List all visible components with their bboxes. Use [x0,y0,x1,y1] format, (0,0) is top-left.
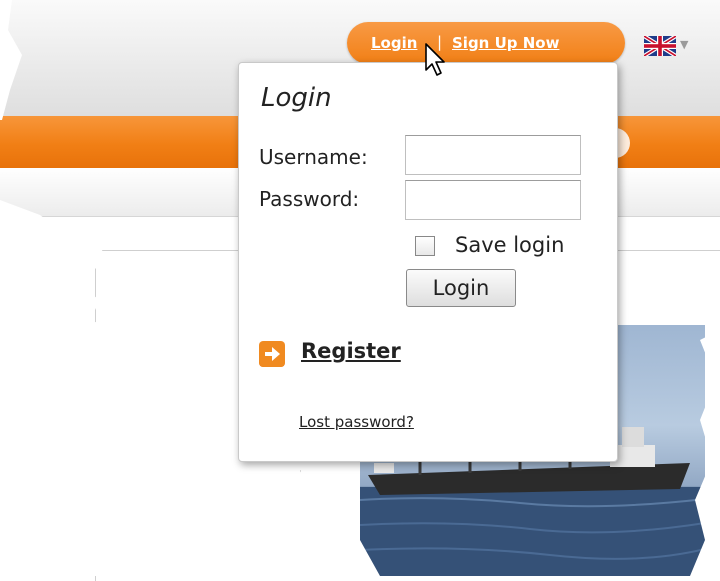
language-dropdown-caret[interactable]: ▼ [680,38,688,51]
popup-title: Login [261,83,332,113]
login-button[interactable]: Login [406,269,516,307]
save-login-checkbox[interactable] [415,236,435,256]
login-link[interactable]: Login [371,34,417,52]
sign-up-link[interactable]: Sign Up Now [452,34,559,52]
register-link[interactable]: Register [301,339,401,363]
username-input[interactable] [405,135,581,175]
arrow-right-icon [259,341,285,367]
mouse-cursor-icon [425,43,445,76]
save-login-label[interactable]: Save login [455,233,564,257]
auth-nav-pill: Login | Sign Up Now [347,22,625,64]
login-popup: Login Username: Password: Save login Log… [238,62,618,462]
password-label: Password: [259,187,360,211]
username-label: Username: [259,145,368,169]
uk-flag-icon[interactable] [644,36,676,56]
lost-password-link[interactable]: Lost password? [299,413,414,431]
password-input[interactable] [405,180,581,220]
